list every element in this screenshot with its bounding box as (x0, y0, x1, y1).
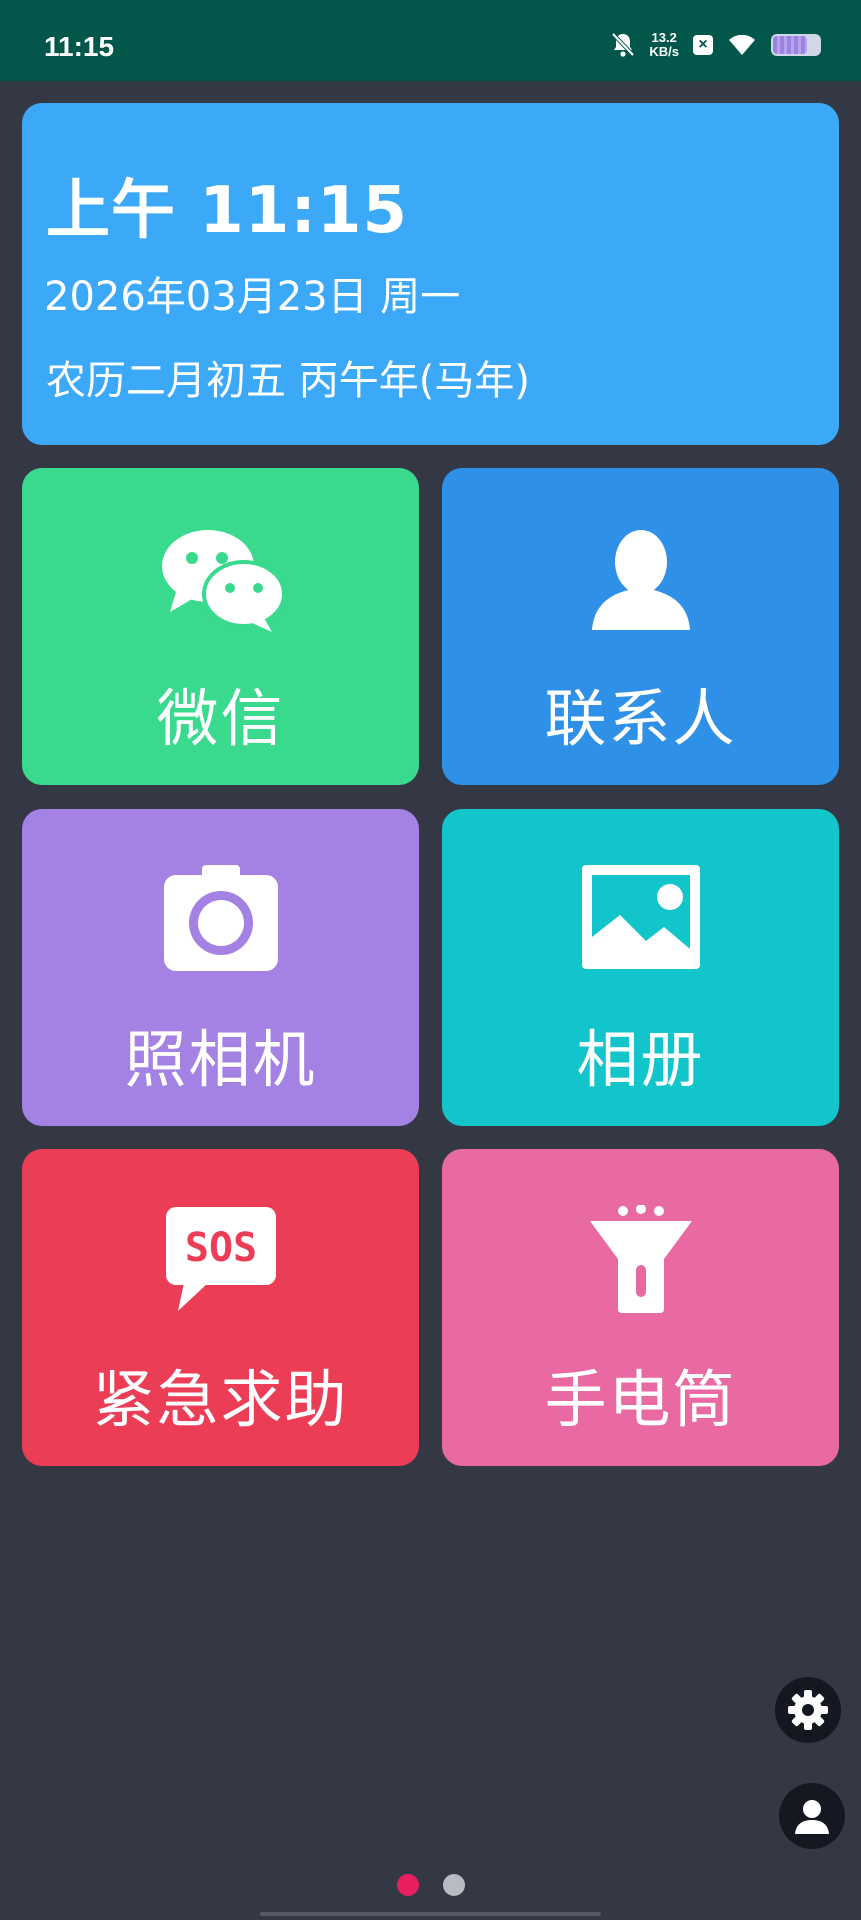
tile-camera[interactable]: 照相机 (22, 809, 419, 1126)
flashlight-icon (589, 1205, 692, 1313)
tile-label: 联系人 (544, 682, 737, 755)
profile-button[interactable] (779, 1783, 845, 1849)
battery-level (773, 36, 807, 54)
tile-wechat[interactable]: 微信 (22, 468, 419, 785)
tile-label: 照相机 (124, 1023, 317, 1096)
page-dot[interactable] (442, 1874, 465, 1896)
network-speed: 13.2 KB/s (649, 31, 679, 59)
person-icon (795, 1800, 829, 1834)
network-speed-value: 13.2 (651, 30, 677, 45)
tile-flashlight[interactable]: 手电筒 (442, 1149, 839, 1466)
tile-label: 紧急求助 (92, 1363, 349, 1436)
gear-icon (788, 1690, 828, 1730)
wechat-icon (161, 530, 286, 632)
status-bar: 11:15 13.2 KB/s × (0, 0, 861, 81)
tile-label: 手电筒 (544, 1363, 737, 1436)
bell-off-icon (611, 32, 635, 57)
tile-label: 微信 (156, 682, 285, 755)
page-indicator (0, 1874, 861, 1896)
clock-time: 上午 11:15 (46, 174, 408, 248)
battery-icon (771, 34, 821, 56)
status-icons: 13.2 KB/s × (611, 28, 821, 62)
page-dot-active[interactable] (396, 1874, 419, 1896)
sos-icon: SOS (165, 1207, 276, 1311)
svg-text:SOS: SOS (184, 1225, 256, 1271)
x-icon: × (693, 35, 713, 55)
network-speed-unit: KB/s (649, 44, 679, 59)
wifi-icon (729, 34, 755, 55)
tile-contacts[interactable]: 联系人 (442, 468, 839, 785)
photo-album-icon (581, 865, 700, 969)
tile-label: 相册 (576, 1023, 705, 1096)
clock-date: 2026年03月23日 周一 (44, 274, 461, 320)
clock-lunar-date: 农历二月初五 丙午年(马年) (46, 358, 530, 404)
tile-emergency-sos[interactable]: SOS 紧急求助 (22, 1149, 419, 1466)
home-indicator[interactable] (260, 1912, 601, 1916)
camera-icon (163, 865, 278, 971)
settings-button[interactable] (775, 1677, 841, 1743)
contact-person-icon (591, 530, 690, 630)
tile-photo-album[interactable]: 相册 (442, 809, 839, 1126)
status-time: 11:15 (44, 31, 115, 62)
clock-card[interactable]: 上午 11:15 2026年03月23日 周一 农历二月初五 丙午年(马年) (22, 103, 839, 445)
